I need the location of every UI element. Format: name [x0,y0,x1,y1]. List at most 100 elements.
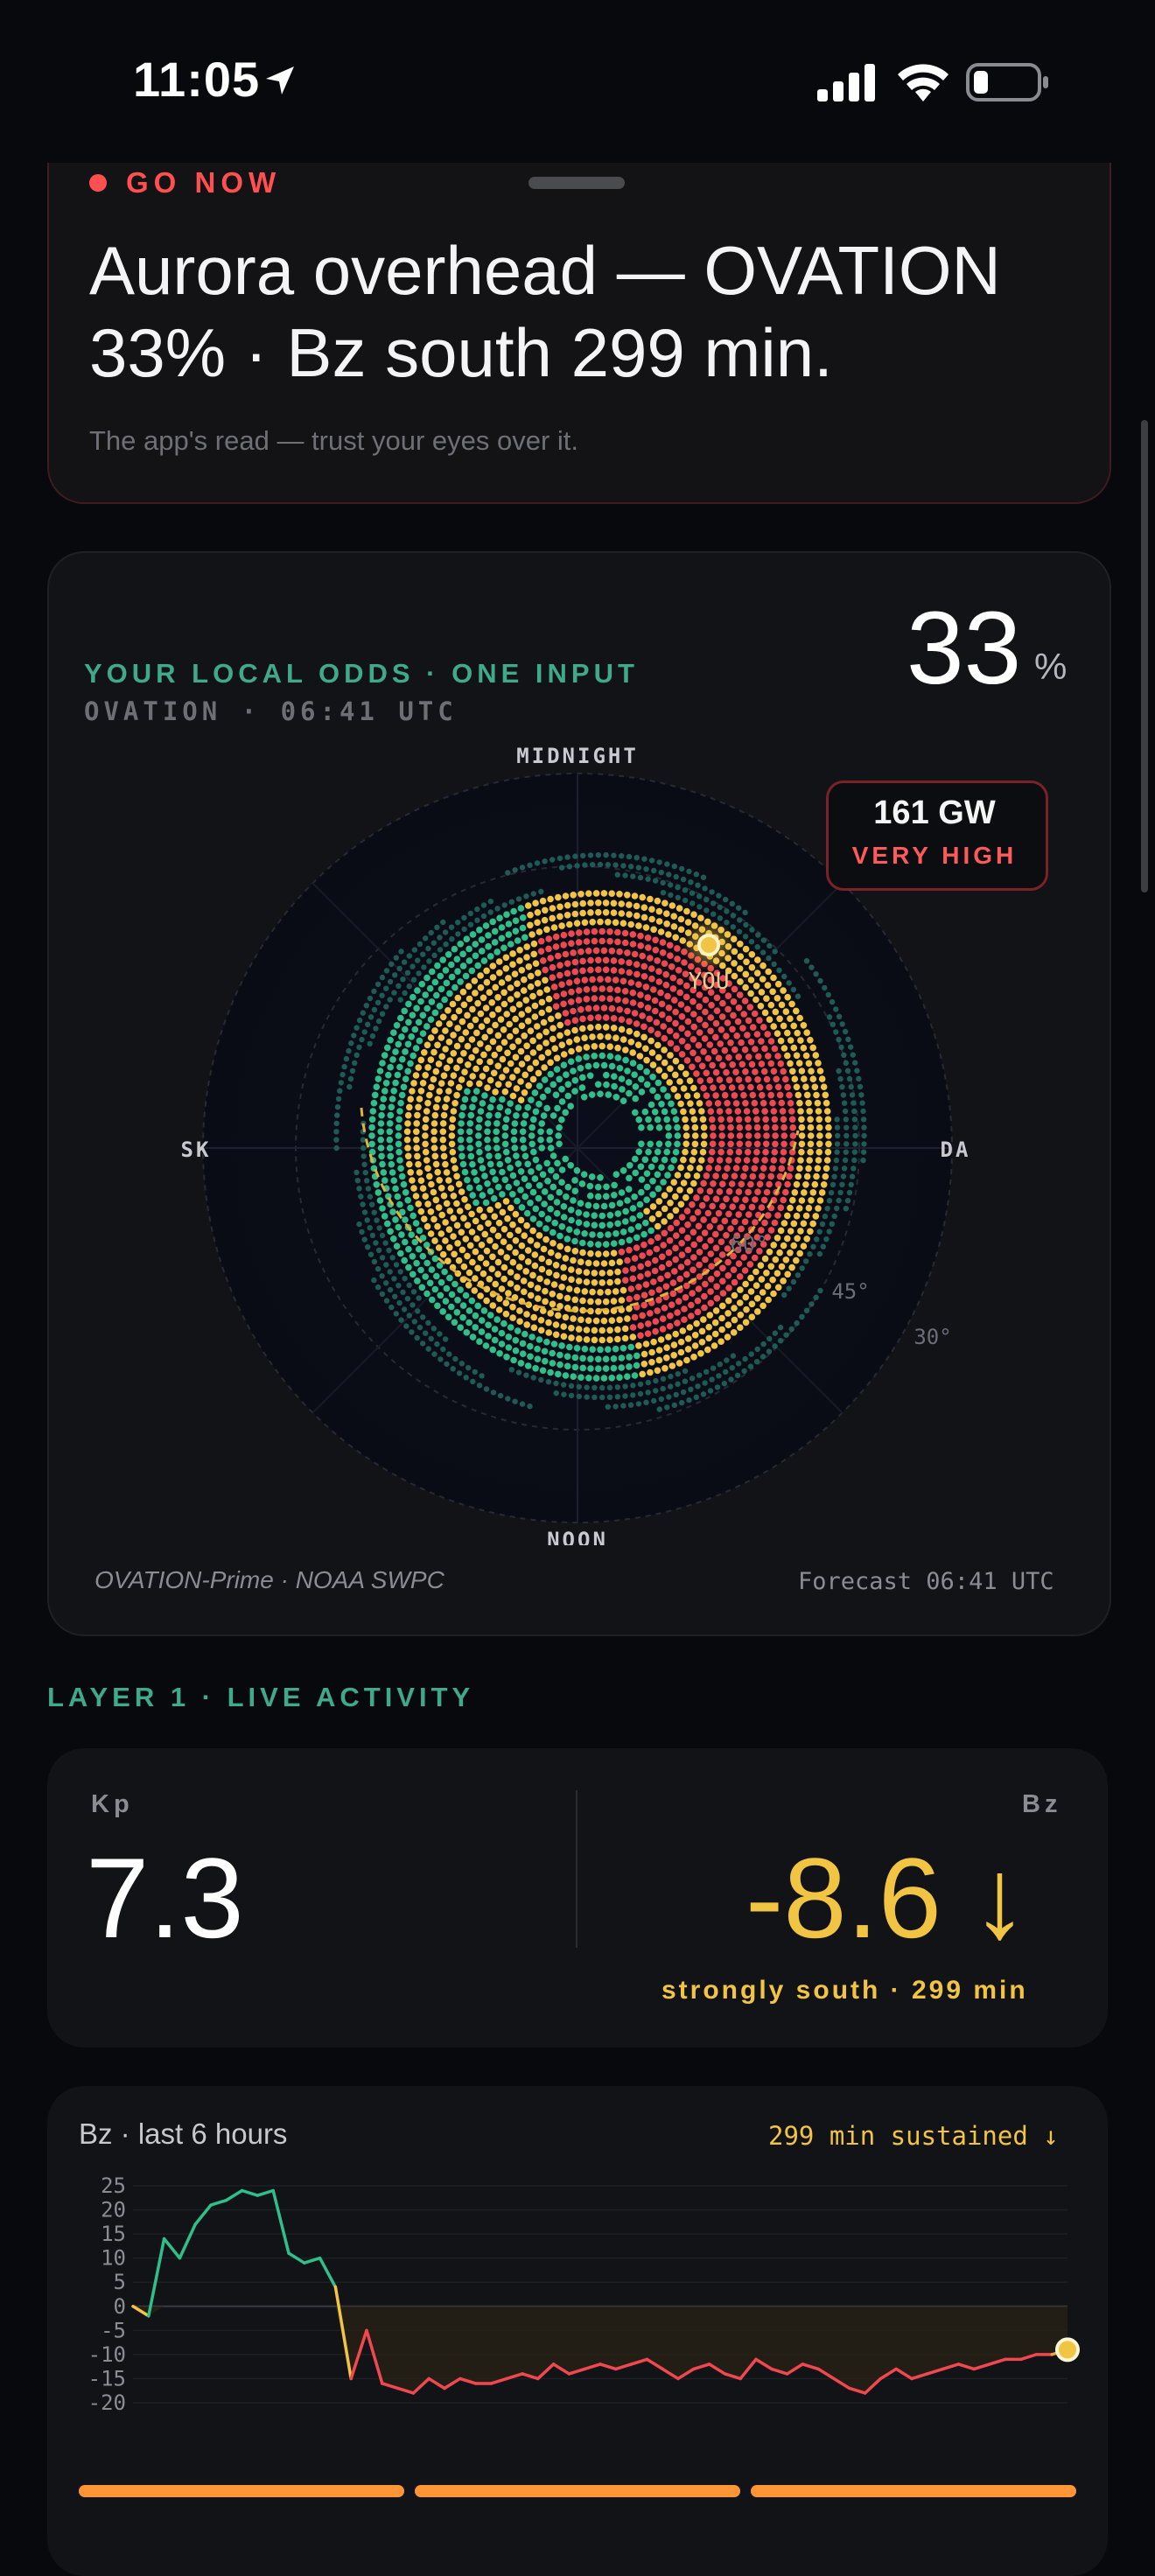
aurora-dot [661,1205,668,1213]
aurora-dot [751,1099,759,1107]
aurora-dot [737,941,744,948]
aurora-dot [495,958,503,965]
aurora-dot [820,1181,828,1188]
aurora-dot [643,1196,650,1203]
aurora-dot [550,1081,557,1088]
page-indicator-bar[interactable] [79,2485,1076,2497]
aurora-dot [527,1237,535,1244]
aurora-dot [591,1222,598,1228]
aurora-dot [404,1152,412,1160]
aurora-dot [472,1177,480,1184]
aurora-dot [852,1060,858,1066]
aurora-dot [770,1023,777,1030]
aurora-dot [431,1152,439,1160]
aurora-dot [657,928,665,935]
aurora-dot [371,1277,377,1284]
aurora-dot [560,1274,568,1281]
page-indicator-segment[interactable] [415,2485,740,2497]
aurora-dot [529,1037,536,1045]
odds-title: YOUR LOCAL ODDS · ONE INPUT [84,658,639,689]
aurora-dot [553,1380,559,1387]
aurora-dot [652,1007,659,1015]
aurora-dot [666,942,674,949]
aurora-dot [849,1092,856,1098]
aurora-dot [655,918,663,925]
aurora-dot [402,1189,410,1196]
scroll-indicator[interactable] [1141,420,1148,892]
aurora-dot [677,1164,684,1172]
aurora-dot [798,1116,805,1124]
bz-line-chart[interactable]: 2520151050-5-10-15-20 [70,2170,1085,2432]
aurora-dot [620,1286,627,1294]
aurora-dot [599,1394,606,1401]
aurora-dot [513,1152,520,1159]
aurora-dot [509,1258,517,1266]
aurora-dot [834,1205,840,1212]
aurora-dot [616,1258,623,1265]
aurora-dot [518,1254,525,1261]
aurora-dot [412,1072,420,1079]
aurora-dot [592,1260,600,1267]
aurora-dot [640,904,648,911]
aurora-dot [667,1224,675,1232]
aurora-dot [458,1111,466,1119]
aurora-dot [670,1352,677,1359]
aurora-dot [494,1232,502,1240]
aurora-dot [629,1205,637,1212]
aurora-dot [461,914,467,921]
aurora-dot [592,1394,598,1401]
aurora-dot [614,1326,621,1334]
aurora-dot [414,987,421,994]
aurora-dot [492,1021,499,1029]
aurora-dot [805,1099,812,1107]
aurora-dot [568,930,575,937]
aurora-dot [519,924,527,932]
aurora-dot [392,972,398,978]
aurora-dot [577,1065,584,1072]
aurora-dot [660,1385,666,1392]
aurora-dot [466,1144,474,1152]
aurora-dot [789,1196,796,1204]
aurora-dot [679,1399,685,1406]
page-indicator-segment[interactable] [751,2485,1076,2497]
aurora-dot [458,1018,466,1026]
aurora-dot [514,980,521,987]
aurora-dot [532,1365,539,1372]
alert-badge: GO NOW [126,166,282,199]
page-indicator-segment[interactable] [79,2485,404,2497]
aurora-dot [725,1210,732,1218]
aurora-dot [688,879,694,886]
aurora-dot [621,929,629,937]
aurora-dot [800,1220,808,1228]
aurora-dot [530,1324,538,1332]
aurora-dot [574,863,580,869]
aurora-dot [410,1302,416,1308]
aurora-dot [735,1148,743,1156]
aurora-dot [361,1209,368,1215]
aurora-dot [474,962,481,970]
aurora-dot [756,1017,763,1024]
aurora-dot [658,1164,665,1171]
aurora-dot [826,1228,832,1235]
aurora-dot [751,1165,759,1172]
aurora-dot [377,1136,384,1144]
aurora-dot [500,1275,508,1283]
aurora-dot [579,1015,586,1023]
aurora-dot [668,1100,675,1108]
aurora-dot [852,1124,858,1130]
aurora-dot [562,1313,570,1321]
aurora-dot [690,1116,698,1124]
chart-current-point[interactable] [1055,2337,1080,2362]
sheet-grabber[interactable] [528,177,625,189]
you-marker[interactable] [697,934,720,956]
aurora-dot [547,1194,555,1201]
aurora-dot [565,1285,573,1292]
aurora-dot [365,1021,371,1027]
aurora-dot [538,1009,545,1017]
aurora-dot [571,958,579,966]
aurora-dot [626,1246,633,1254]
aurora-dot [763,1132,770,1139]
aurora-dot [705,1334,712,1342]
aurora-dot [406,953,412,959]
aurora-dot [401,1007,409,1015]
